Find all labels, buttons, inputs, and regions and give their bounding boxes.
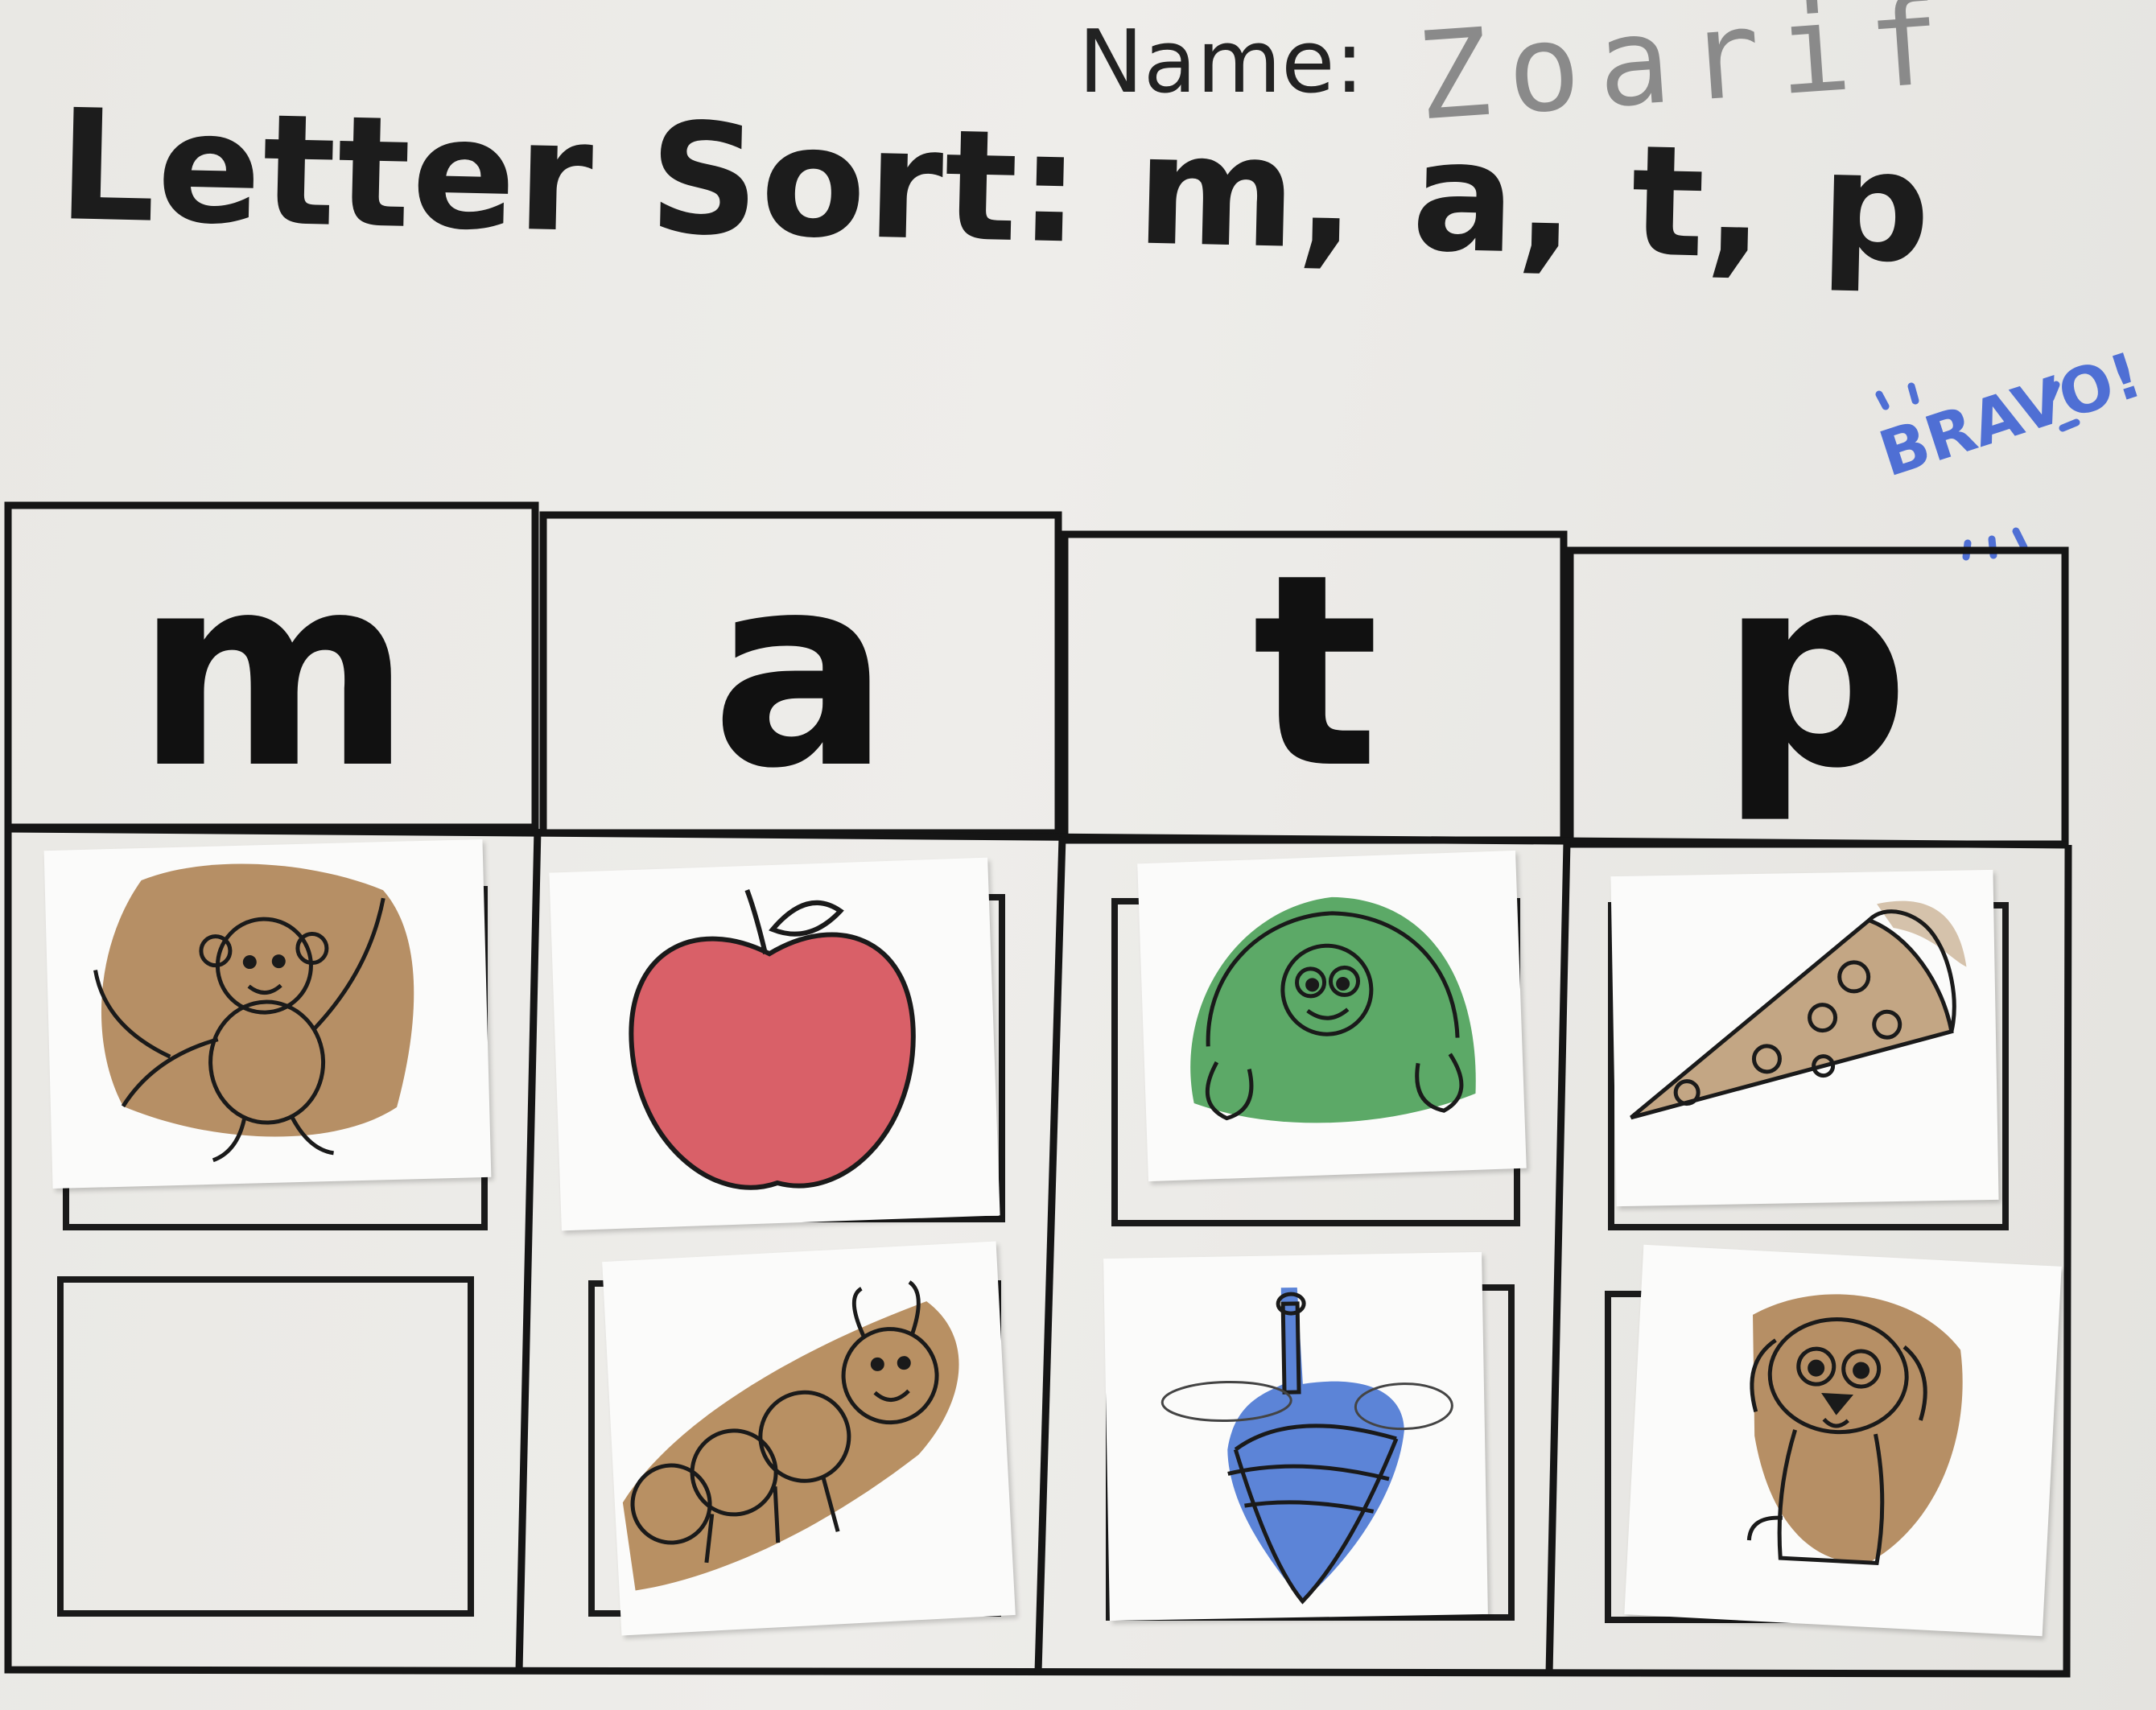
monkey-icon — [93, 863, 414, 1163]
column-letter-m: m — [135, 517, 412, 826]
column-letter-p: p — [1719, 517, 1911, 826]
picture-card-apple[interactable] — [549, 857, 1000, 1231]
divider-1 — [515, 828, 542, 1672]
puppy-icon — [1746, 1294, 1963, 1566]
picture-card-puppy[interactable] — [1624, 1244, 2062, 1637]
picture-card-pizza[interactable] — [1610, 869, 1999, 1207]
column-letter-a: a — [711, 517, 891, 826]
ant-icon — [622, 1280, 959, 1591]
picture-card-top[interactable] — [1103, 1251, 1488, 1621]
slot-m-2 — [57, 1276, 474, 1617]
divider-2 — [1034, 836, 1066, 1673]
apple-icon — [629, 889, 916, 1190]
picture-card-turtle[interactable] — [1137, 850, 1527, 1182]
top-icon — [1160, 1287, 1453, 1605]
turtle-icon — [1190, 896, 1476, 1123]
divider-3 — [1545, 841, 1571, 1675]
picture-card-ant[interactable] — [602, 1241, 1016, 1636]
pizza-icon — [1630, 900, 1967, 1120]
column-letter-t: t — [1252, 517, 1379, 826]
picture-card-monkey[interactable] — [43, 839, 492, 1189]
